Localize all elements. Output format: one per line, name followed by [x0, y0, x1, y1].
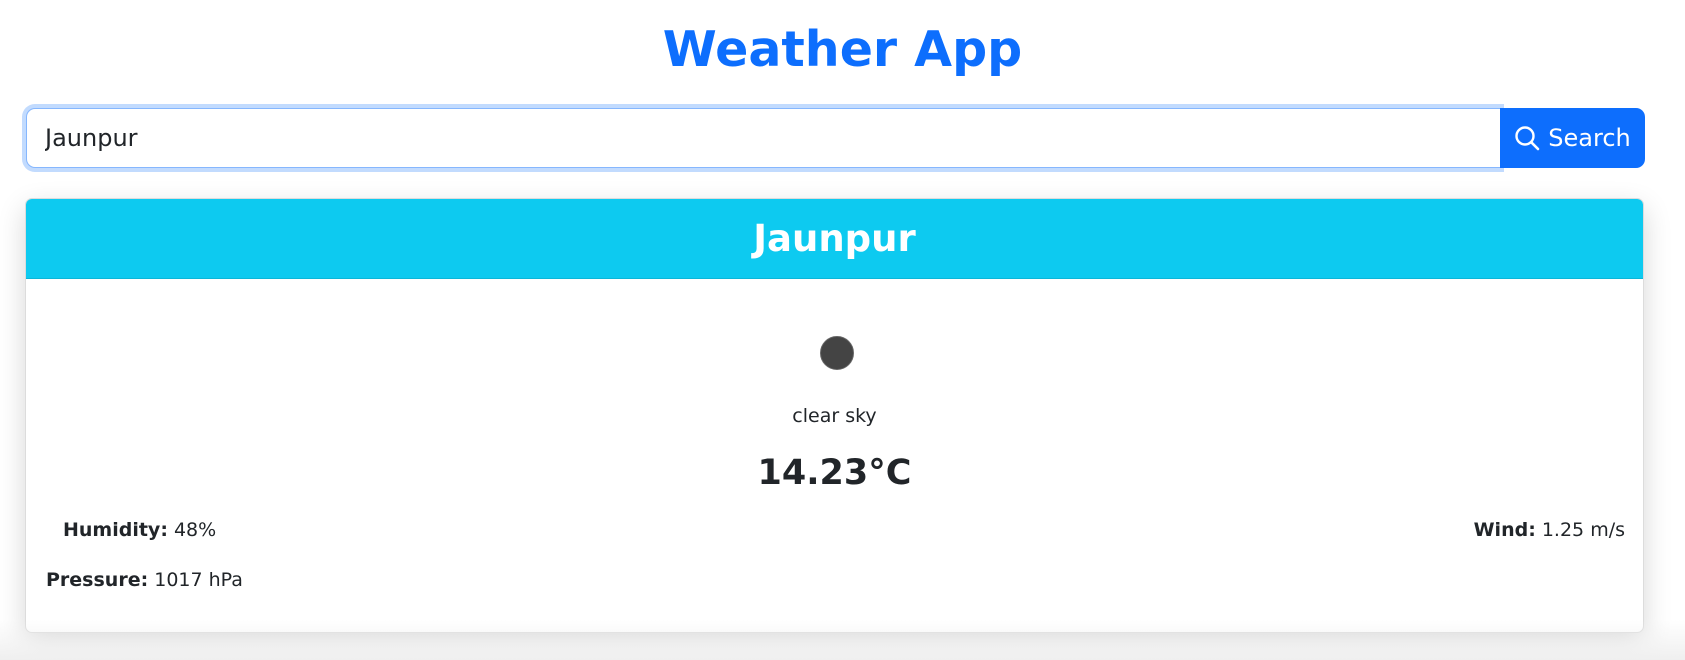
weather-card: Jaunpur clear sky 14.23°C Humidity: 48% …	[25, 198, 1644, 633]
wind-label: Wind:	[1473, 519, 1536, 541]
pressure-label: Pressure:	[46, 569, 149, 591]
city-search-input[interactable]	[26, 108, 1500, 168]
pressure-stat: Pressure: 1017 hPa	[46, 569, 243, 591]
card-header: Jaunpur	[26, 199, 1643, 279]
search-bar: Search	[26, 108, 1645, 168]
wind-stat: Wind: 1.25 m/s	[1474, 519, 1625, 541]
search-button[interactable]: Search	[1500, 108, 1645, 168]
search-icon	[1514, 125, 1540, 151]
temperature: 14.23°C	[757, 453, 912, 493]
weather-condition-icon	[820, 336, 854, 370]
pressure-value: 1017 hPa	[154, 569, 243, 591]
humidity-stat: Humidity: 48%	[63, 519, 216, 541]
humidity-label: Humidity:	[63, 519, 168, 541]
wind-value: 1.25 m/s	[1541, 519, 1625, 541]
humidity-value: 48%	[173, 519, 217, 541]
city-name: Jaunpur	[753, 217, 916, 260]
weather-description: clear sky	[792, 405, 877, 427]
app-title: Weather App	[662, 21, 1023, 78]
search-button-label: Search	[1548, 124, 1631, 152]
